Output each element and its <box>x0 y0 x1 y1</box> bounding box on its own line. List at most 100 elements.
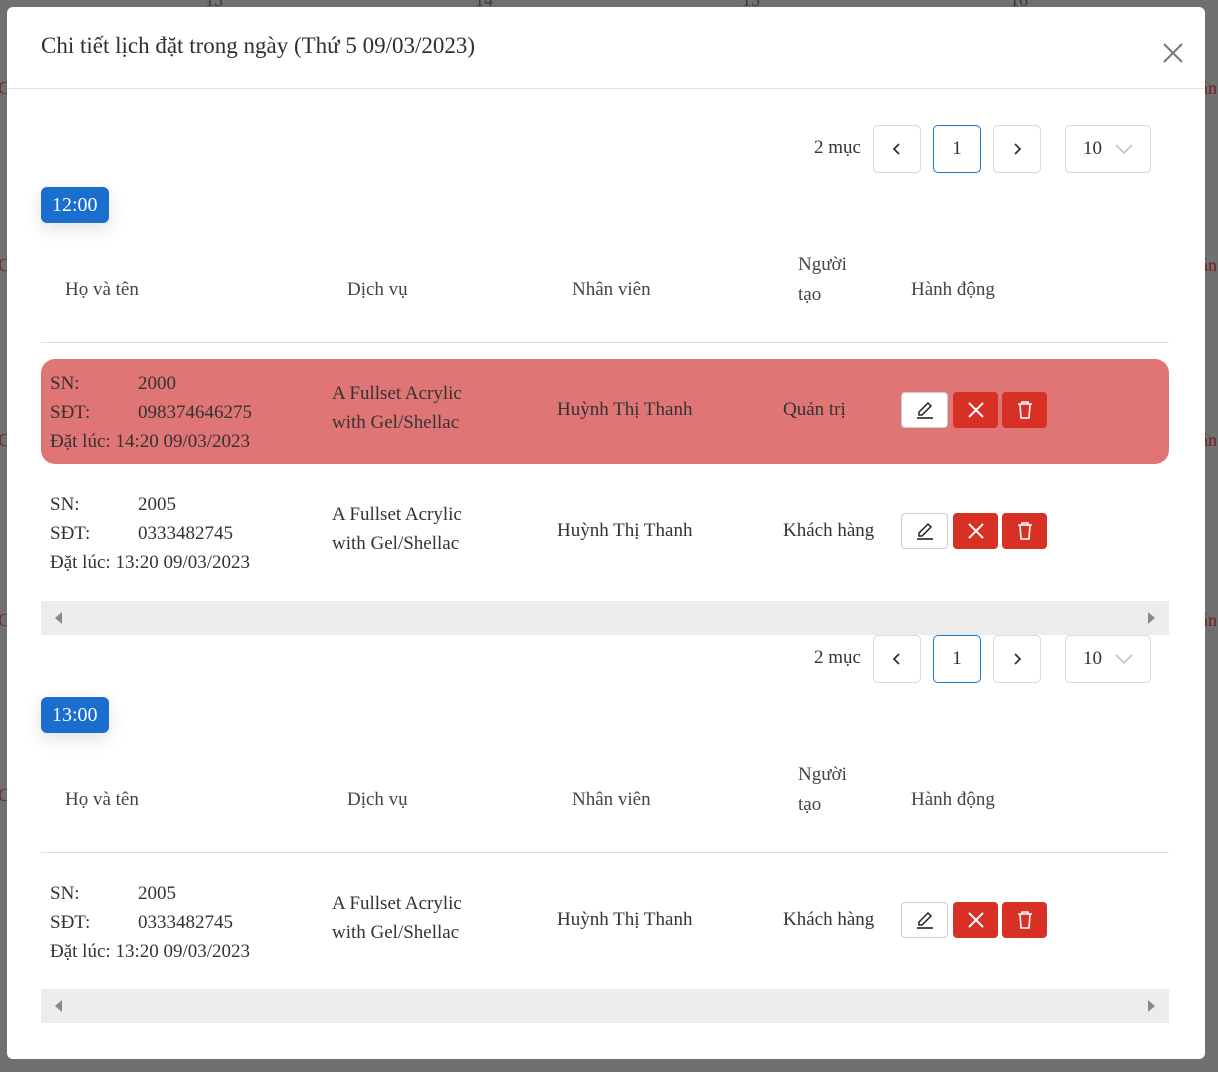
table-row[interactable]: SN: 2005 SĐT: 0333482745 Đặt lúc: 13:20 09… <box>41 869 1169 974</box>
phone-value: 0333482745 <box>138 523 233 544</box>
staff-cell: Huỳnh Thị Thanh <box>557 399 693 420</box>
edit-button[interactable] <box>901 513 948 549</box>
column-header-creator: Người tạo <box>798 250 847 310</box>
sn-value: 2005 <box>138 883 176 904</box>
chevron-left-icon <box>892 653 900 665</box>
trash-icon <box>1017 911 1032 929</box>
service-cell: A Fullset Acrylic with Gel/Shellac <box>332 889 462 947</box>
cancel-booking-button[interactable] <box>953 902 998 938</box>
staff-cell: Huỳnh Thị Thanh <box>557 909 693 930</box>
column-header-creator-line2: tạo <box>798 794 822 815</box>
column-header-service: Dịch vụ <box>347 279 408 300</box>
item-count: 2 mục <box>814 137 861 158</box>
item-count: 2 mục <box>814 647 861 668</box>
booked-at-value: 14:20 09/03/2023 <box>115 431 251 452</box>
time-group: 2 mục 1 10 13:00 Họ và tên Dịch vụ Nhân … <box>41 635 1169 1025</box>
scroll-left-icon <box>55 1000 62 1012</box>
scroll-right-icon <box>1148 1000 1155 1012</box>
service-line: with Gel/Shellac <box>332 533 460 554</box>
booked-at-label: Đặt lúc: <box>50 431 111 452</box>
column-header-service: Dịch vụ <box>347 789 408 810</box>
current-page-button[interactable]: 1 <box>933 635 981 683</box>
pagination: 2 mục 1 10 <box>809 635 1169 683</box>
sn-label: SN: <box>50 883 80 904</box>
chevron-down-icon <box>1115 144 1133 155</box>
chevron-left-icon <box>892 143 900 155</box>
booking-detail-modal: Chi tiết lịch đặt trong ngày (Thứ 5 09/0… <box>7 7 1205 1059</box>
time-slot-badge: 12:00 <box>41 187 109 223</box>
time-group: 2 mục 1 10 12:00 Họ và tên Dịch vụ Nhân … <box>41 125 1169 635</box>
scroll-left-icon <box>55 612 62 624</box>
phone-value: 0333482745 <box>138 912 233 933</box>
column-header-action: Hành động <box>911 279 995 300</box>
creator-cell: Khách hàng <box>783 520 875 541</box>
table-row[interactable]: SN: 2000 SĐT: 098374646275 Đặt lúc: 14:20 … <box>41 359 1169 464</box>
column-header-staff: Nhân viên <box>572 789 651 810</box>
edit-icon <box>916 911 933 929</box>
booked-at-label: Đặt lúc: <box>50 552 111 573</box>
next-page-button[interactable] <box>993 125 1041 173</box>
prev-page-button[interactable] <box>873 125 921 173</box>
modal-title: Chi tiết lịch đặt trong ngày (Thứ 5 09/0… <box>41 33 476 58</box>
horizontal-scrollbar[interactable] <box>41 601 1169 635</box>
table-row[interactable]: SN: 2005 SĐT: 0333482745 Đặt lúc: 13:20 09… <box>41 480 1169 585</box>
customer-info: SN: 2005 SĐT: 0333482745 Đặt lúc: 13:20 09… <box>50 490 250 577</box>
sn-label: SN: <box>50 373 80 394</box>
sn-value: 2005 <box>138 494 176 515</box>
column-header-staff: Nhân viên <box>572 279 651 300</box>
trash-icon <box>1017 522 1032 540</box>
chevron-down-icon <box>1115 654 1133 665</box>
delete-button[interactable] <box>1002 902 1047 938</box>
column-header-creator-line2: tạo <box>798 284 822 305</box>
booked-at-label: Đặt lúc: <box>50 941 111 962</box>
close-icon <box>967 912 984 928</box>
page-size-value: 10 <box>1083 648 1102 669</box>
phone-label: SĐT: <box>50 912 91 933</box>
delete-button[interactable] <box>1002 392 1047 428</box>
scroll-right-icon <box>1148 612 1155 624</box>
creator-cell: Khách hàng <box>783 909 875 930</box>
phone-label: SĐT: <box>50 523 91 544</box>
table-header: Họ và tên Dịch vụ Nhân viên Người tạo Hà… <box>41 243 1169 343</box>
horizontal-scrollbar[interactable] <box>41 989 1169 1023</box>
edit-icon <box>916 401 933 419</box>
close-icon <box>967 402 984 418</box>
current-page-button[interactable]: 1 <box>933 125 981 173</box>
column-header-creator-line1: Người <box>798 254 847 275</box>
sn-label: SN: <box>50 494 80 515</box>
page-size-select[interactable]: 10 <box>1065 635 1151 683</box>
service-line: A Fullset Acrylic <box>332 383 462 404</box>
column-header-creator-line1: Người <box>798 764 847 785</box>
modal-header: Chi tiết lịch đặt trong ngày (Thứ 5 09/0… <box>7 7 1205 89</box>
table-header: Họ và tên Dịch vụ Nhân viên Người tạo Hà… <box>41 753 1169 853</box>
pagination: 2 mục 1 10 <box>809 125 1169 173</box>
phone-label: SĐT: <box>50 402 91 423</box>
prev-page-button[interactable] <box>873 635 921 683</box>
next-page-button[interactable] <box>993 635 1041 683</box>
creator-cell: Quản trị <box>783 399 846 420</box>
time-slot-badge: 13:00 <box>41 697 109 733</box>
edit-button[interactable] <box>901 902 948 938</box>
service-line: A Fullset Acrylic <box>332 893 462 914</box>
customer-info: SN: 2005 SĐT: 0333482745 Đặt lúc: 13:20 09… <box>50 879 250 966</box>
page-size-select[interactable]: 10 <box>1065 125 1151 173</box>
cancel-booking-button[interactable] <box>953 392 998 428</box>
customer-info: SN: 2000 SĐT: 098374646275 Đặt lúc: 14:20 … <box>50 369 252 456</box>
service-cell: A Fullset Acrylic with Gel/Shellac <box>332 379 462 437</box>
edit-button[interactable] <box>901 392 948 428</box>
staff-cell: Huỳnh Thị Thanh <box>557 520 693 541</box>
page-size-value: 10 <box>1083 138 1102 159</box>
service-line: with Gel/Shellac <box>332 412 460 433</box>
service-line: with Gel/Shellac <box>332 922 460 943</box>
column-header-name: Họ và tên <box>65 279 139 300</box>
edit-icon <box>916 522 933 540</box>
sn-value: 2000 <box>138 373 176 394</box>
cancel-booking-button[interactable] <box>953 513 998 549</box>
column-header-creator: Người tạo <box>798 760 847 820</box>
close-icon <box>967 523 984 539</box>
close-icon[interactable] <box>1159 39 1187 67</box>
column-header-action: Hành động <box>911 789 995 810</box>
booked-at-value: 13:20 09/03/2023 <box>115 941 251 962</box>
delete-button[interactable] <box>1002 513 1047 549</box>
booked-at-value: 13:20 09/03/2023 <box>115 552 251 573</box>
